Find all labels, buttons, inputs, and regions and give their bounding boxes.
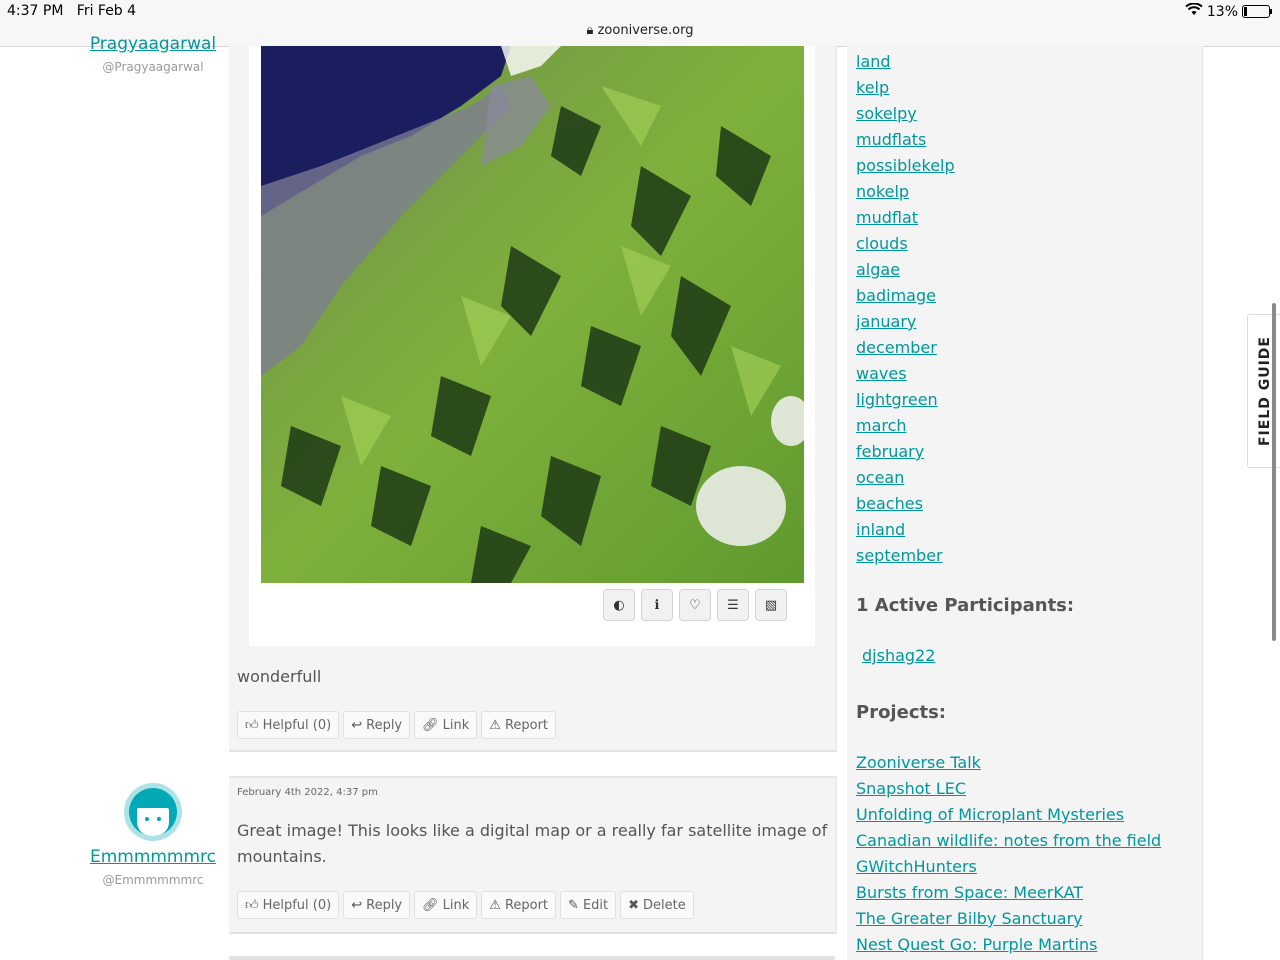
tag-link[interactable]: land — [856, 52, 891, 71]
tag-link[interactable]: september — [856, 546, 943, 565]
tag-link[interactable]: mudflats — [856, 130, 926, 149]
post2-actions: 👍︎ Helpful (0) ↩ Reply 🔗︎ Link ⚠ Report ✎ Edi… — [237, 891, 694, 919]
project-link[interactable]: Unfolding of Microplant Mysteries — [856, 805, 1124, 824]
satellite-image[interactable] — [261, 46, 804, 583]
list-icon[interactable]: ☰ — [717, 589, 749, 621]
post1-username[interactable]: Pragyaagarwal — [73, 34, 233, 54]
avatar[interactable] — [124, 783, 182, 841]
tag-link[interactable]: algae — [856, 260, 900, 279]
next-post-edge — [229, 956, 835, 960]
lock-icon: 🔒︎ — [586, 23, 594, 38]
link-icon: 🔗︎ — [422, 897, 439, 913]
tag-link[interactable]: waves — [856, 364, 907, 383]
warning-icon: ⚠ — [489, 717, 501, 733]
tag-link[interactable]: possiblekelp — [856, 156, 955, 175]
post2-username[interactable]: Emmmmmmrc — [73, 847, 233, 867]
edit-button[interactable]: ✎ Edit — [560, 891, 617, 919]
info-icon[interactable]: ℹ — [641, 589, 673, 621]
field-guide-label: FIELD GUIDE — [1257, 335, 1273, 447]
helpful-button[interactable]: 👍︎ Helpful (0) — [237, 891, 340, 919]
reply-button[interactable]: ↩ Reply — [343, 891, 411, 919]
battery-percent: 13% — [1206, 3, 1238, 20]
post2-body: Great image! This looks like a digital m… — [237, 821, 828, 866]
project-link[interactable]: GWitchHunters — [856, 857, 977, 876]
project-link[interactable]: Canadian wildlife: notes from the field — [856, 831, 1161, 850]
contrast-icon[interactable]: ◐ — [603, 589, 635, 621]
tag-link[interactable]: beaches — [856, 494, 923, 513]
url-text: zooniverse.org — [597, 23, 694, 38]
post2-author: Emmmmmmrc @Emmmmmmrc — [73, 783, 233, 887]
wifi-icon — [1185, 2, 1203, 20]
post2-handle: @Emmmmmmrc — [102, 873, 204, 887]
reply-button[interactable]: ↩ Reply — [343, 711, 411, 739]
tag-link[interactable]: december — [856, 338, 937, 357]
scroll-indicator[interactable] — [1272, 303, 1276, 641]
tag-link[interactable]: mudflat — [856, 208, 918, 227]
helpful-button[interactable]: 👍︎ Helpful (0) — [237, 711, 340, 739]
project-link[interactable]: Bursts from Space: MeerKAT — [856, 883, 1083, 902]
tag-link[interactable]: kelp — [856, 78, 889, 97]
post1-handle: @Pragyaagarwal — [102, 60, 204, 74]
reply-icon: ↩ — [351, 717, 363, 733]
tag-link[interactable]: february — [856, 442, 924, 461]
image-toolbar: ◐ ℹ ♡ ☰ ▧ — [603, 589, 787, 621]
heart-icon[interactable]: ♡ — [679, 589, 711, 621]
tag-link[interactable]: clouds — [856, 234, 908, 253]
close-icon: ✖ — [628, 897, 640, 913]
post1-actions: 👍︎ Helpful (0) ↩ Reply 🔗︎ Link ⚠ Report — [237, 711, 557, 739]
report-button[interactable]: ⚠ Report — [481, 891, 557, 919]
thumbs-up-icon: 👍︎ — [245, 897, 259, 913]
status-time-date: 4:37 PM Fri Feb 4 — [7, 3, 137, 19]
post2-timestamp[interactable]: February 4th 2022, 4:37 pm — [237, 787, 378, 798]
thumbs-up-icon: 👍︎ — [245, 717, 259, 733]
image-icon[interactable]: ▧ — [755, 589, 787, 621]
project-link[interactable]: Nest Quest Go: Purple Martins — [856, 935, 1097, 954]
post1-author: Pragyaagarwal @Pragyaagarwal — [73, 34, 233, 74]
delete-button[interactable]: ✖ Delete — [620, 891, 694, 919]
tag-link[interactable]: march — [856, 416, 907, 435]
tag-link[interactable]: january — [856, 312, 916, 331]
link-button[interactable]: 🔗︎ Link — [414, 711, 478, 739]
sidebar: land kelp sokelpy mudflats possiblekelp … — [847, 46, 1203, 960]
report-button[interactable]: ⚠ Report — [481, 711, 557, 739]
tag-link[interactable]: nokelp — [856, 182, 909, 201]
projects-heading: Projects: — [856, 702, 946, 723]
tag-link[interactable]: ocean — [856, 468, 904, 487]
participants-heading: 1 Active Participants: — [856, 595, 1075, 616]
pencil-icon: ✎ — [568, 897, 579, 913]
post1-card: ◐ ℹ ♡ ☰ ▧ wonderfull 👍︎ Helpful (0) ↩ Repl… — [229, 46, 837, 752]
participant-link[interactable]: djshag22 — [862, 646, 935, 665]
link-icon: 🔗︎ — [422, 717, 439, 733]
tag-link[interactable]: lightgreen — [856, 390, 938, 409]
project-link[interactable]: The Greater Bilby Sanctuary — [856, 909, 1083, 928]
post2-card: February 4th 2022, 4:37 pm Great image! … — [229, 776, 837, 934]
project-link[interactable]: Snapshot LEC — [856, 779, 966, 798]
tag-link[interactable]: badimage — [856, 286, 936, 305]
battery-icon — [1242, 5, 1272, 18]
warning-icon: ⚠ — [489, 897, 501, 913]
tag-link[interactable]: inland — [856, 520, 905, 539]
project-link[interactable]: Zooniverse Talk — [856, 753, 981, 772]
status-indicators: 13% — [1185, 2, 1272, 20]
post1-body: wonderfull — [237, 667, 322, 686]
link-button[interactable]: 🔗︎ Link — [414, 891, 478, 919]
post1-image-frame: ◐ ℹ ♡ ☰ ▧ — [249, 46, 815, 646]
tag-link[interactable]: sokelpy — [856, 104, 917, 123]
reply-icon: ↩ — [351, 897, 363, 913]
